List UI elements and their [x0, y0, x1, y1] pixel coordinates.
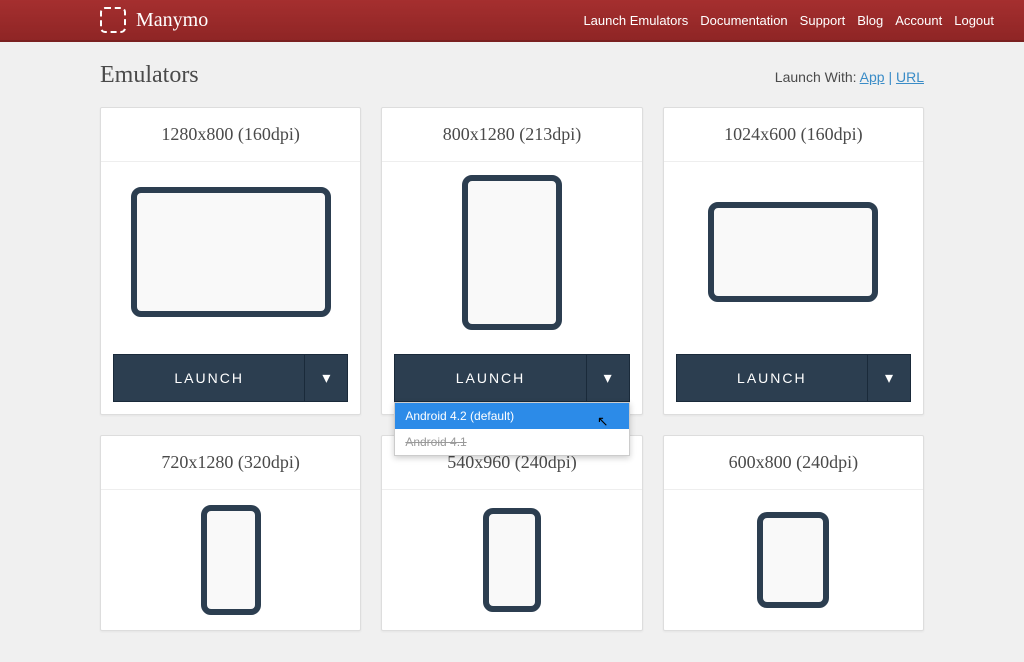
logo-icon — [100, 7, 126, 33]
page-title: Emulators — [100, 62, 199, 89]
emulator-grid: 1280x800 (160dpi) LAUNCH ▾ 800x1280 (213… — [100, 107, 924, 631]
separator: | — [888, 69, 896, 85]
version-dropdown: Android 4.2 (default) Android 4.1 ↖ — [394, 402, 629, 456]
launch-with: Launch With: App | URL — [775, 69, 924, 85]
launch-with-url[interactable]: URL — [896, 69, 924, 85]
device-preview — [382, 162, 641, 342]
device-preview — [664, 162, 923, 342]
logo[interactable]: Manymo — [100, 7, 208, 33]
caret-down-icon: ▾ — [885, 368, 893, 388]
launch-button[interactable]: LAUNCH — [394, 354, 585, 402]
emulator-card: 540x960 (240dpi) — [381, 435, 642, 631]
emulator-title: 1024x600 (160dpi) — [664, 108, 923, 162]
nav-support[interactable]: Support — [800, 13, 846, 28]
launch-button[interactable]: LAUNCH — [676, 354, 867, 402]
header: Manymo Launch Emulators Documentation Su… — [0, 0, 1024, 42]
nav-documentation[interactable]: Documentation — [700, 13, 787, 28]
card-footer: LAUNCH ▾ — [101, 342, 360, 414]
emulator-card: 600x800 (240dpi) — [663, 435, 924, 631]
emulator-title: 1280x800 (160dpi) — [101, 108, 360, 162]
emulator-card: 800x1280 (213dpi) LAUNCH ▾ Android 4.2 (… — [381, 107, 642, 415]
device-preview — [101, 490, 360, 630]
nav-blog[interactable]: Blog — [857, 13, 883, 28]
launch-with-app[interactable]: App — [860, 69, 885, 85]
nav-account[interactable]: Account — [895, 13, 942, 28]
emulator-card: 1024x600 (160dpi) LAUNCH ▾ — [663, 107, 924, 415]
content: Emulators Launch With: App | URL 1280x80… — [0, 42, 1024, 651]
dropdown-option[interactable]: Android 4.2 (default) — [395, 403, 628, 429]
top-nav: Launch Emulators Documentation Support B… — [583, 13, 994, 28]
page-head: Emulators Launch With: App | URL — [100, 62, 924, 89]
device-icon — [483, 508, 541, 612]
device-icon — [757, 512, 829, 608]
device-preview — [664, 490, 923, 630]
device-icon — [201, 505, 261, 615]
card-footer: LAUNCH ▾ — [664, 342, 923, 414]
launch-dropdown-toggle[interactable]: ▾ — [867, 354, 911, 402]
device-icon — [131, 187, 331, 317]
device-preview — [101, 162, 360, 342]
emulator-title: 600x800 (240dpi) — [664, 436, 923, 490]
caret-down-icon: ▾ — [322, 368, 330, 388]
caret-down-icon: ▾ — [604, 368, 612, 388]
emulator-title: 800x1280 (213dpi) — [382, 108, 641, 162]
nav-logout[interactable]: Logout — [954, 13, 994, 28]
device-preview — [382, 490, 641, 630]
nav-launch-emulators[interactable]: Launch Emulators — [583, 13, 688, 28]
device-icon — [462, 175, 562, 330]
launch-button[interactable]: LAUNCH — [113, 354, 304, 402]
emulator-title: 720x1280 (320dpi) — [101, 436, 360, 490]
brand-name: Manymo — [136, 9, 208, 32]
launch-button-group: LAUNCH ▾ — [676, 354, 911, 402]
launch-button-group: LAUNCH ▾ — [113, 354, 348, 402]
launch-dropdown-toggle[interactable]: ▾ — [304, 354, 348, 402]
launch-with-label: Launch With: — [775, 69, 857, 85]
device-icon — [708, 202, 878, 302]
emulator-card: 720x1280 (320dpi) — [100, 435, 361, 631]
dropdown-option[interactable]: Android 4.1 — [395, 429, 628, 455]
launch-dropdown-toggle[interactable]: ▾ — [586, 354, 630, 402]
emulator-card: 1280x800 (160dpi) LAUNCH ▾ — [100, 107, 361, 415]
launch-button-group: LAUNCH ▾ — [394, 354, 629, 402]
